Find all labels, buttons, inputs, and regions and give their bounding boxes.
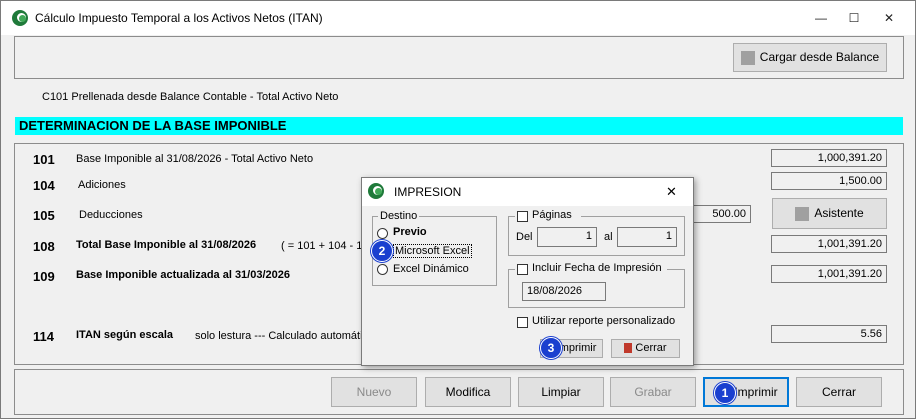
- maximize-button[interactable]: ☐: [840, 8, 868, 28]
- dialog-cerrar-label: Cerrar: [635, 342, 667, 354]
- radio-previo[interactable]: [377, 228, 388, 239]
- row-code-114: 114: [33, 329, 54, 344]
- print-dialog-titlebar: IMPRESION ✕: [362, 178, 693, 206]
- exit-door-icon: [624, 343, 633, 354]
- option-excel-label: Microsoft Excel: [393, 244, 472, 258]
- app-logo-icon: [12, 10, 28, 26]
- limpiar-button[interactable]: Limpiar: [518, 377, 604, 407]
- al-input[interactable]: 1: [617, 227, 677, 247]
- assistant-button[interactable]: Asistente: [772, 198, 887, 229]
- row-label-105: Deducciones: [79, 209, 143, 221]
- destino-label: Destino: [378, 210, 420, 222]
- row-code-104: 104: [33, 178, 55, 193]
- print-dialog-close-icon[interactable]: ✕: [666, 184, 677, 200]
- row-label-104: Adiciones: [78, 179, 126, 191]
- assistant-button-icon: [795, 206, 810, 221]
- section-banner: DETERMINACION DE LA BASE IMPONIBLE: [15, 117, 903, 135]
- minimize-button[interactable]: —: [807, 8, 835, 28]
- assistant-button-label: Asistente: [814, 206, 864, 220]
- row-code-105: 105: [33, 208, 55, 223]
- personalizado-label: Utilizar reporte personalizado: [532, 315, 676, 327]
- row-label-101: Base Imponible al 31/08/2026 - Total Act…: [76, 153, 314, 165]
- step-badge-2: 2: [371, 240, 393, 262]
- radio-excel-dinamico[interactable]: [377, 264, 388, 275]
- row-value-109: 1,001,391.20: [771, 265, 887, 283]
- fecha-label: Incluir Fecha de Impresión: [532, 262, 662, 274]
- row-label-109: Base Imponible actualizada al 31/03/2026: [76, 269, 290, 281]
- title-bar: Cálculo Impuesto Temporal a los Activos …: [1, 1, 915, 35]
- step-badge-1: 1: [714, 382, 736, 404]
- row-code-101: 101: [33, 152, 55, 167]
- print-dialog-title: IMPRESION: [394, 185, 462, 199]
- nuevo-button[interactable]: Nuevo: [331, 377, 417, 407]
- close-window-button[interactable]: ✕: [875, 8, 903, 28]
- prefill-note: C101 Prellenada desde Balance Contable -…: [42, 91, 339, 103]
- row-note-114: solo lestura --- Calculado automátic: [195, 330, 369, 342]
- row-code-109: 109: [33, 269, 55, 284]
- window-title: Cálculo Impuesto Temporal a los Activos …: [35, 11, 323, 25]
- row-label-114: ITAN según escala: [76, 329, 173, 341]
- option-previo-label: Previo: [393, 226, 427, 238]
- row-value-101: 1,000,391.20: [771, 149, 887, 167]
- cerrar-button[interactable]: Cerrar: [796, 377, 882, 407]
- dialog-logo-icon: [368, 183, 384, 199]
- print-dialog: IMPRESION ✕ Destino Previo Microsoft Exc…: [361, 177, 694, 366]
- row-value-105[interactable]: 500.00: [691, 205, 751, 223]
- row-value-104[interactable]: 1,500.00: [771, 172, 887, 190]
- row-label-108: Total Base Imponible al 31/08/2026: [76, 239, 257, 251]
- personalizado-checkbox[interactable]: [517, 317, 528, 328]
- option-excel-dinamico-label: Excel Dinámico: [393, 263, 469, 275]
- step-badge-3: 3: [540, 337, 562, 359]
- grabar-button[interactable]: Grabar: [610, 377, 696, 407]
- paginas-label: Páginas: [532, 209, 572, 221]
- fecha-input[interactable]: 18/08/2026: [522, 282, 606, 301]
- del-label: Del: [516, 231, 533, 243]
- row-value-114: 5.56: [771, 325, 887, 343]
- fecha-checkbox[interactable]: [517, 264, 528, 275]
- load-button-label: Cargar desde Balance: [759, 50, 880, 64]
- row-formula-108: ( = 101 + 104 - 10: [281, 240, 369, 252]
- paginas-checkbox[interactable]: [517, 211, 528, 222]
- row-code-108: 108: [33, 239, 55, 254]
- al-label: al: [604, 231, 613, 243]
- del-input[interactable]: 1: [537, 227, 597, 247]
- main-window: Cálculo Impuesto Temporal a los Activos …: [0, 0, 916, 419]
- load-from-balance-button[interactable]: Cargar desde Balance: [733, 43, 887, 72]
- load-button-icon: [740, 50, 755, 65]
- modifica-button[interactable]: Modifica: [425, 377, 511, 407]
- top-panel: Cargar desde Balance: [14, 36, 904, 79]
- row-value-108: 1,001,391.20: [771, 235, 887, 253]
- dialog-cerrar-button[interactable]: Cerrar: [611, 339, 680, 358]
